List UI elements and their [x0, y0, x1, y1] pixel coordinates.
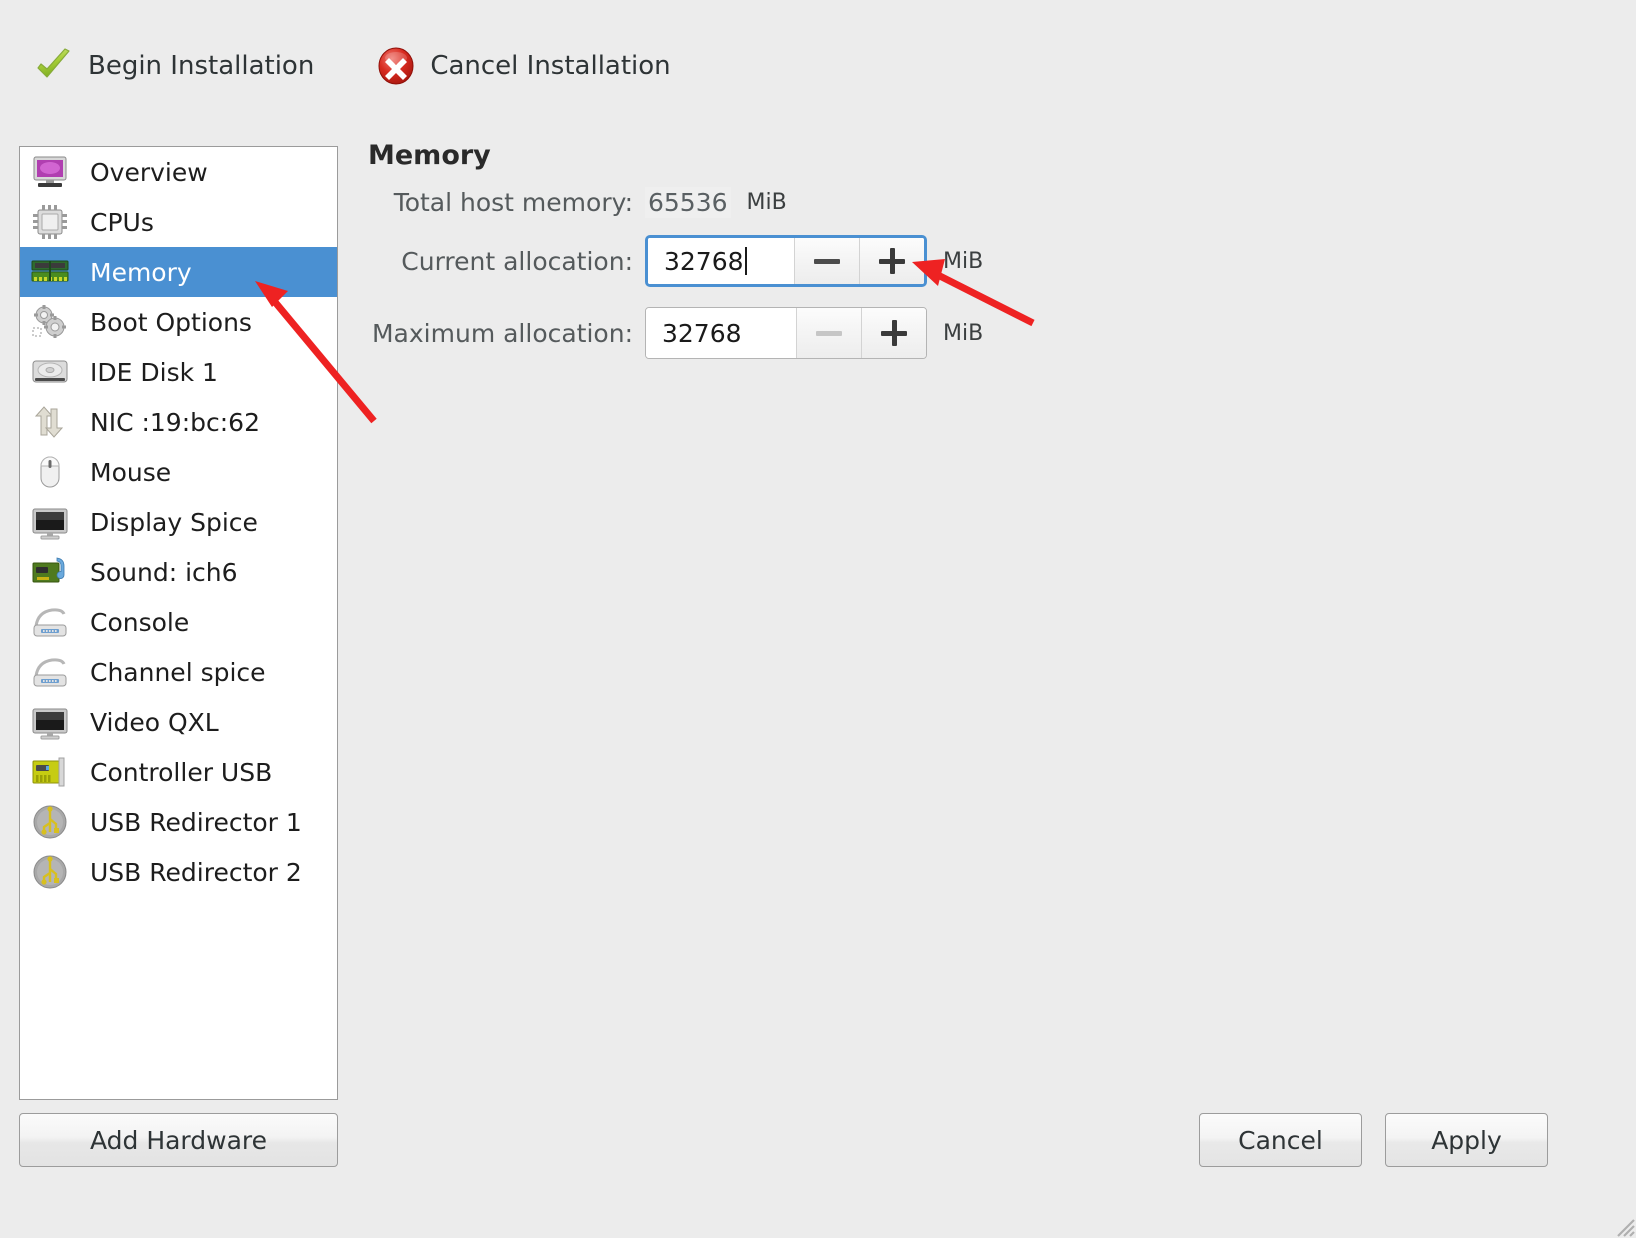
hardware-list-item-label: Channel spice	[90, 657, 266, 687]
hardware-list-item-label: Console	[90, 607, 190, 637]
hardware-list-item[interactable]: USB Redirector 1	[20, 797, 337, 847]
maximum-allocation-decrement-button	[796, 308, 861, 358]
hardware-list-item[interactable]: Display Spice	[20, 497, 337, 547]
toolbar: Begin Installation Cancel Installation	[0, 0, 1636, 132]
plus-icon	[881, 320, 907, 346]
hardware-list-item-label: Display Spice	[90, 507, 258, 537]
text-caret	[744, 247, 747, 275]
begin-installation-button[interactable]: Begin Installation	[24, 40, 324, 92]
usb-redirect-icon	[28, 850, 72, 894]
current-allocation-unit: MiB	[943, 248, 984, 274]
hardware-list-item[interactable]: Channel spice	[20, 647, 337, 697]
current-allocation-spinbutton[interactable]: 32768	[645, 235, 927, 287]
hardware-list-item[interactable]: Mouse	[20, 447, 337, 497]
minus-icon	[816, 330, 842, 336]
maximum-allocation-label: Maximum allocation:	[371, 318, 633, 348]
total-host-memory-label: Total host memory:	[393, 187, 633, 217]
harddisk-icon	[28, 350, 72, 394]
mouse-icon	[28, 450, 72, 494]
resize-grip[interactable]	[1610, 1212, 1636, 1238]
hardware-list-item[interactable]: NIC :19:bc:62	[20, 397, 337, 447]
plus-icon	[879, 248, 905, 274]
minus-icon	[814, 258, 840, 264]
memory-settings-panel: Memory Total host memory: 65536 MiB Curr…	[360, 140, 1610, 1080]
network-arrows-icon	[28, 400, 72, 444]
current-allocation-row: Current allocation: 32768 MiB	[360, 225, 1610, 297]
cancel-button[interactable]: Cancel	[1199, 1113, 1362, 1167]
total-host-memory-value: 65536	[645, 186, 731, 218]
gears-icon	[28, 300, 72, 344]
hardware-list-item[interactable]: Memory	[20, 247, 337, 297]
monitor-icon	[28, 150, 72, 194]
hardware-list-item[interactable]: Boot Options	[20, 297, 337, 347]
console-icon	[28, 650, 72, 694]
page-title: Memory	[368, 140, 491, 171]
usb-redirect-icon	[28, 800, 72, 844]
add-hardware-button[interactable]: Add Hardware	[19, 1113, 338, 1167]
hardware-list-item-label: Overview	[90, 157, 208, 187]
usb-controller-icon	[28, 750, 72, 794]
current-allocation-increment-button[interactable]	[859, 238, 924, 284]
current-allocation-input[interactable]: 32768	[648, 238, 794, 284]
current-allocation-label: Current allocation:	[401, 246, 633, 276]
cpu-chip-icon	[28, 200, 72, 244]
maximum-allocation-value: 32768	[662, 318, 742, 348]
hardware-list-item-label: USB Redirector 1	[90, 807, 302, 837]
maximum-allocation-spinbutton[interactable]: 32768	[645, 307, 927, 359]
hardware-list-item[interactable]: Sound: ich6	[20, 547, 337, 597]
soundcard-icon	[28, 550, 72, 594]
current-allocation-decrement-button[interactable]	[794, 238, 859, 284]
hardware-list-item[interactable]: Console	[20, 597, 337, 647]
hardware-list-item-label: Mouse	[90, 457, 172, 487]
hardware-list-item[interactable]: Controller USB	[20, 747, 337, 797]
total-host-memory-row: Total host memory: 65536 MiB	[360, 179, 1610, 225]
hardware-list-item-label: USB Redirector 2	[90, 857, 302, 887]
hardware-list-item-label: Boot Options	[90, 307, 252, 337]
hardware-list-item-label: Memory	[90, 257, 192, 287]
total-host-memory-unit: MiB	[746, 189, 787, 215]
maximum-allocation-unit: MiB	[943, 320, 984, 346]
maximum-allocation-increment-button[interactable]	[861, 308, 926, 358]
hardware-list[interactable]: Overview CPUs Memory Boot Options IDE Disk 1…	[19, 146, 338, 1100]
begin-installation-label: Begin Installation	[88, 51, 315, 81]
hardware-list-item[interactable]: CPUs	[20, 197, 337, 247]
hardware-list-item-label: Sound: ich6	[90, 557, 238, 587]
maximum-allocation-row: Maximum allocation: 32768 MiB	[360, 297, 1610, 369]
cancel-installation-label: Cancel Installation	[430, 51, 671, 81]
current-allocation-value: 32768	[664, 246, 744, 276]
apply-button[interactable]: Apply	[1385, 1113, 1548, 1167]
hardware-list-item-label: NIC :19:bc:62	[90, 407, 260, 437]
hardware-list-item[interactable]: USB Redirector 2	[20, 847, 337, 897]
hardware-list-item-label: CPUs	[90, 207, 154, 237]
hardware-list-item[interactable]: IDE Disk 1	[20, 347, 337, 397]
memory-module-icon	[28, 250, 72, 294]
cancel-circle-icon	[376, 46, 416, 86]
hardware-list-item-label: IDE Disk 1	[90, 357, 218, 387]
display-icon	[28, 700, 72, 744]
hardware-list-item-label: Video QXL	[90, 707, 219, 737]
display-icon	[28, 500, 72, 544]
check-icon	[34, 46, 74, 86]
hardware-list-item[interactable]: Overview	[20, 147, 337, 197]
cancel-installation-button[interactable]: Cancel Installation	[366, 40, 680, 92]
console-icon	[28, 600, 72, 644]
hardware-list-item-label: Controller USB	[90, 757, 273, 787]
maximum-allocation-input[interactable]: 32768	[646, 308, 796, 358]
hardware-list-item[interactable]: Video QXL	[20, 697, 337, 747]
